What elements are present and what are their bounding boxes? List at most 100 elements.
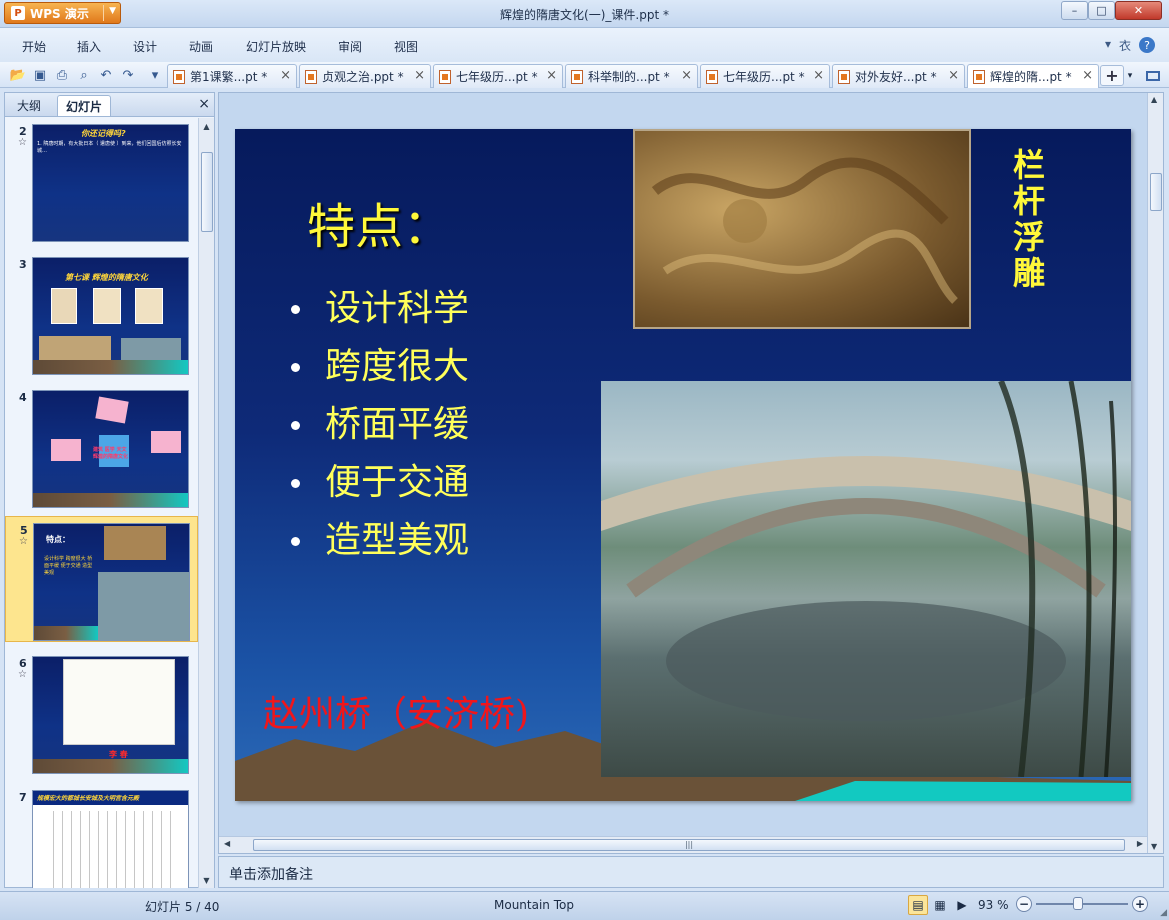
menu-animation[interactable]: 动画: [189, 38, 213, 55]
menu-home[interactable]: 开始: [22, 38, 46, 55]
portrait-image: [51, 288, 77, 324]
slide-thumbnail-image: 建筑 医学 天文 辉煌的隋唐文化: [32, 390, 189, 508]
close-icon[interactable]: ×: [1082, 68, 1093, 83]
caption-char: 浮: [1012, 218, 1045, 256]
redo-icon[interactable]: ↷: [119, 66, 137, 84]
thumb-title: 你还记得吗?: [81, 129, 126, 138]
scroll-down-icon[interactable]: ▼: [201, 874, 212, 886]
theme-name: Mountain Top: [494, 898, 574, 912]
thumb-title: 第七课 辉煌的隋唐文化: [65, 273, 148, 282]
doc-tab[interactable]: 第1课繁...pt * ×: [167, 64, 297, 88]
menu-design[interactable]: 设计: [133, 38, 157, 55]
slide-editor: 栏 杆 浮 雕 特点： 设计科学 跨度很大 桥面平缓 便于交通 造型美观 赵州桥…: [218, 92, 1164, 854]
menu-slideshow[interactable]: 幻灯片放映: [246, 38, 306, 55]
slideshow-view-icon[interactable]: ▶: [952, 895, 972, 915]
bullet-item: 设计科学: [291, 287, 469, 345]
doc-tab[interactable]: 七年级历...pt * ×: [700, 64, 830, 88]
scroll-thumb[interactable]: [1150, 173, 1162, 211]
scroll-right-icon[interactable]: ▶: [1137, 839, 1143, 848]
bridge-image: [98, 572, 189, 640]
horizontal-scrollbar[interactable]: ◀ ||| ▶: [219, 836, 1147, 853]
chevron-down-icon[interactable]: ▾: [1105, 37, 1111, 54]
portrait-image: [93, 288, 121, 324]
caption-char: 杆: [1012, 182, 1045, 220]
doc-tab[interactable]: 对外友好...pt * ×: [832, 64, 965, 88]
ppt-file-icon: [305, 69, 317, 84]
slide-thumbnail-3[interactable]: 3 第七课 辉煌的隋唐文化: [5, 251, 198, 377]
ppt-file-icon: [838, 69, 850, 84]
undo-icon[interactable]: ↶: [97, 66, 115, 84]
chevron-down-icon[interactable]: ▾: [1124, 65, 1136, 86]
menu-insert[interactable]: 插入: [77, 38, 101, 55]
portrait-image: [135, 288, 163, 324]
mountain-decoration: [33, 759, 188, 773]
slide-thumbnail-5[interactable]: 5 ☆ 特点： 设计科学 跨度很大 桥面平缓 便于交通 造型美观: [5, 516, 198, 642]
doc-tab-active[interactable]: 辉煌的隋...pt * ×: [967, 64, 1099, 88]
print-preview-icon[interactable]: ⌕: [75, 66, 93, 84]
scroll-thumb[interactable]: |||: [253, 839, 1125, 851]
normal-view-icon[interactable]: ▤: [908, 895, 928, 915]
slide-thumbnail-4[interactable]: 4 建筑 医学 天文 辉煌的隋唐文化: [5, 384, 198, 510]
resize-grip-icon[interactable]: ◢: [1160, 908, 1167, 918]
doc-tab-label: 贞观之治.ppt *: [322, 70, 404, 84]
menu-view[interactable]: 视图: [394, 38, 418, 55]
close-window-button[interactable]: ✕: [1115, 1, 1162, 20]
folder-icon[interactable]: 📂: [9, 66, 27, 84]
doc-tab[interactable]: 七年级历...pt * ×: [433, 64, 563, 88]
scroll-up-icon[interactable]: ▲: [201, 120, 212, 132]
maximize-button[interactable]: □: [1088, 1, 1115, 20]
doc-tab[interactable]: 科举制的...pt * ×: [565, 64, 698, 88]
tab-outline[interactable]: 大纲: [9, 95, 49, 116]
close-icon[interactable]: ×: [414, 68, 425, 83]
thumbnail-scrollbar[interactable]: ▲ ▼: [198, 118, 214, 888]
slide-thumbnail-7[interactable]: 7 规模宏大的都城长安城及大明宫含元殿: [5, 784, 198, 888]
close-icon[interactable]: ×: [280, 68, 291, 83]
scroll-up-icon[interactable]: ▲: [1151, 95, 1157, 104]
new-tab-button[interactable]: +: [1100, 65, 1124, 86]
zoom-slider-knob[interactable]: [1073, 897, 1084, 910]
carving-photo[interactable]: [633, 129, 971, 329]
title-bar: P WPS 演示 ▼ 辉煌的隋唐文化(一)_课件.ppt * – □ ✕: [0, 0, 1169, 28]
panel-tabs: 大纲 幻灯片 ×: [5, 93, 214, 117]
save-icon[interactable]: ▣: [31, 66, 49, 84]
animation-star-icon: ☆: [18, 669, 27, 680]
close-icon[interactable]: ×: [681, 68, 692, 83]
minimize-button[interactable]: –: [1061, 1, 1088, 20]
bullet-list[interactable]: 设计科学 跨度很大 桥面平缓 便于交通 造型美观: [291, 287, 469, 577]
vertical-scrollbar[interactable]: ▲ ▼: [1147, 93, 1163, 853]
customize-icon[interactable]: ▾: [146, 66, 164, 84]
mountain-decoration: [33, 360, 188, 374]
thumb-title: 特点：: [46, 535, 70, 544]
slide-canvas[interactable]: 栏 杆 浮 雕 特点： 设计科学 跨度很大 桥面平缓 便于交通 造型美观 赵州桥…: [235, 129, 1131, 801]
ppt-file-icon: [439, 69, 451, 84]
close-icon[interactable]: ×: [948, 68, 959, 83]
tab-slides[interactable]: 幻灯片: [57, 95, 112, 116]
slide-thumbnail-2[interactable]: 2 ☆ 你还记得吗? 1. 隋唐时期，有大批日本（ 遣唐使 ）到来，他们回国后仿…: [5, 118, 198, 244]
doc-tab[interactable]: 贞观之治.ppt * ×: [299, 64, 431, 88]
skin-icon[interactable]: 衣: [1119, 37, 1131, 54]
scroll-thumb[interactable]: [201, 152, 213, 232]
slide-subtitle[interactable]: 赵州桥（安济桥): [263, 685, 529, 737]
thumb-title: 规模宏大的都城长安城及大明宫含元殿: [37, 795, 140, 802]
scroll-left-icon[interactable]: ◀: [224, 839, 230, 848]
print-icon[interactable]: ⎙: [53, 66, 71, 84]
slide-thumbnail-6[interactable]: 6 ☆ 李 春: [5, 650, 198, 776]
window-layout-icon[interactable]: [1142, 65, 1164, 86]
doc-tab-label: 对外友好...pt *: [855, 70, 937, 84]
star-shape: [95, 396, 129, 424]
notes-pane[interactable]: 单击添加备注: [218, 856, 1164, 888]
scroll-down-icon[interactable]: ▼: [1151, 842, 1157, 851]
sorter-view-icon[interactable]: ▦: [930, 895, 950, 915]
close-icon[interactable]: ×: [813, 68, 824, 83]
ppt-file-icon: [173, 69, 185, 84]
mountain-decoration: [33, 493, 188, 507]
zoom-in-button[interactable]: +: [1132, 896, 1148, 912]
zoom-out-button[interactable]: −: [1016, 896, 1032, 912]
bridge-photo[interactable]: [601, 381, 1131, 777]
close-icon[interactable]: ×: [546, 68, 557, 83]
menu-review[interactable]: 审阅: [338, 38, 362, 55]
slide-number: 4: [19, 391, 27, 404]
close-icon[interactable]: ×: [198, 96, 210, 112]
help-icon[interactable]: ?: [1139, 37, 1155, 53]
slide-title[interactable]: 特点：: [307, 187, 451, 257]
